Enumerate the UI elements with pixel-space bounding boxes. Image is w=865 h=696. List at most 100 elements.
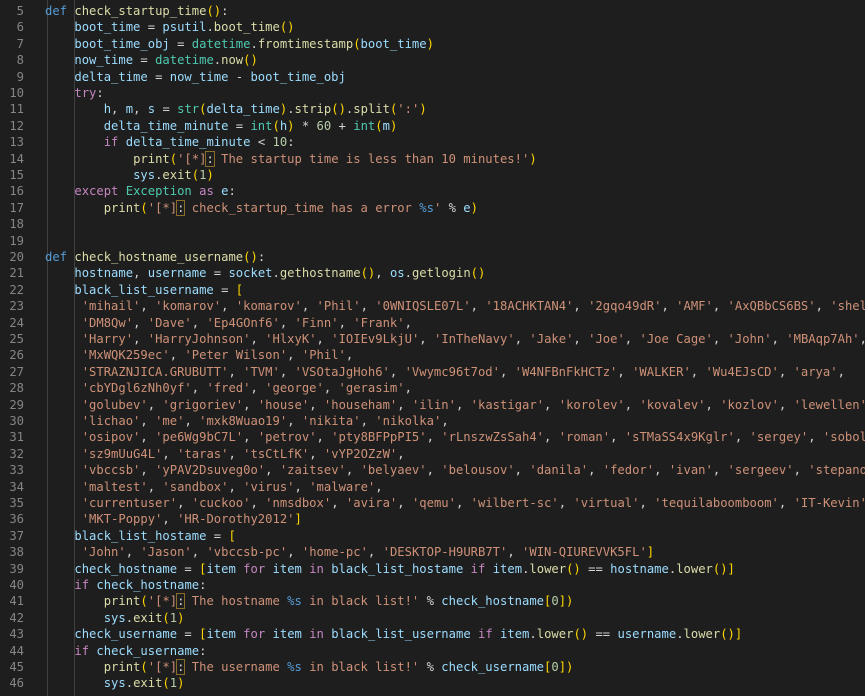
code-text[interactable]: black_list_username = [	[45, 282, 243, 298]
code-line[interactable]: 8 now_time = datetime.now()	[0, 52, 865, 68]
code-text[interactable]: 'Harry', 'HarryJohnson', 'HlxyK', 'IOIEv…	[45, 331, 865, 347]
code-text[interactable]: 'mihail', 'komarov', 'komarov', 'Phil', …	[45, 298, 865, 314]
code-line[interactable]: 22 black_list_username = [	[0, 282, 865, 298]
code-text[interactable]: except Exception as e:	[45, 183, 235, 199]
code-token: ,	[815, 299, 831, 314]
code-text[interactable]: 'lichao', 'me', 'mxk8Wuao19', 'nikita', …	[45, 413, 449, 429]
code-text[interactable]: boot_time = psutil.boot_time()	[45, 19, 294, 35]
code-token: username	[147, 266, 207, 281]
code-text[interactable]: 'MxWQK259ec', 'Peter Wilson', 'Phil',	[45, 347, 354, 363]
code-line[interactable]: 38 'John', 'Jason', 'vbccsb-pc', 'home-p…	[0, 544, 865, 560]
code-token: if	[478, 627, 493, 642]
code-line[interactable]: 44 if check_username:	[0, 643, 865, 659]
code-text[interactable]: h, m, s = str(delta_time).strip().split(…	[45, 101, 427, 117]
code-line[interactable]: 10 try:	[0, 85, 865, 101]
code-line[interactable]: 46 sys.exit(1)	[0, 675, 865, 691]
code-text[interactable]: delta_time_minute = int(h) * 60 + int(m)	[45, 118, 398, 134]
code-line[interactable]: 41 print('[*]: The hostname %s in black …	[0, 593, 865, 610]
code-line[interactable]: 43 check_username = [item for item in bl…	[0, 626, 865, 642]
code-text[interactable]: check_username = [item for item in black…	[45, 626, 742, 642]
code-token: boot_time_obj	[74, 36, 170, 51]
code-text[interactable]: print('[*]: The username %s in black lis…	[45, 659, 573, 675]
code-text[interactable]: sys.exit(1)	[45, 610, 185, 626]
code-line[interactable]: 15 sys.exit(1)	[0, 167, 865, 183]
code-line[interactable]: 6 boot_time = psutil.boot_time()	[0, 19, 865, 35]
code-text[interactable]: def check_hostname_username():	[45, 249, 265, 265]
code-line[interactable]: 28 'cbYDgl6zNh0yf', 'fred', 'george', 'g…	[0, 380, 865, 396]
code-line[interactable]: 19	[0, 233, 865, 249]
code-text[interactable]: 'osipov', 'pe6Wg9bC7L', 'petrov', 'pty8B…	[45, 429, 865, 445]
code-line[interactable]: 35 'currentuser', 'cuckoo', 'nmsdbox', '…	[0, 495, 865, 511]
code-line[interactable]: 40 if check_hostname:	[0, 577, 865, 593]
code-text[interactable]: if check_hostname:	[45, 577, 206, 593]
code-line[interactable]: 26 'MxWQK259ec', 'Peter Wilson', 'Phil',	[0, 347, 865, 363]
code-text[interactable]: 'DM8Qw', 'Dave', 'Ep4GOnf6', 'Finn', 'Fr…	[45, 315, 412, 331]
code-text[interactable]: if delta_time_minute < 10:	[45, 134, 295, 150]
code-text[interactable]: 'currentuser', 'cuckoo', 'nmsdbox', 'avi…	[45, 495, 865, 511]
code-text[interactable]: sys.exit(1)	[45, 675, 185, 691]
code-line[interactable]: 32 'sz9mUuG4L', 'taras', 'tsCtLfK', 'vYP…	[0, 446, 865, 462]
code-line[interactable]: 45 print('[*]: The username %s in black …	[0, 659, 865, 675]
code-token: 'wilbert-sc'	[470, 496, 559, 510]
code-text[interactable]: print('[*]: The hostname %s in black lis…	[45, 593, 573, 610]
code-token: =	[177, 627, 200, 642]
line-number: 34	[9, 479, 24, 494]
code-text[interactable]: black_list_hostame = [	[45, 528, 235, 544]
code-text[interactable]: 'MKT-Poppy', 'HR-Dorothy2012']	[45, 511, 302, 527]
code-line[interactable]: 18	[0, 216, 865, 232]
code-line[interactable]: 17 print('[*]: check_startup_time has a …	[0, 199, 865, 216]
code-token: 'househam'	[323, 397, 398, 412]
code-line[interactable]: 31 'osipov', 'pe6Wg9bC7L', 'petrov', 'pt…	[0, 429, 865, 445]
code-token: )	[470, 200, 478, 215]
code-text[interactable]: check_hostname = [item for item in black…	[45, 561, 735, 577]
code-text[interactable]: print('[*]: The startup time is less tha…	[45, 150, 537, 167]
code-text[interactable]: boot_time_obj = datetime.fromtimestamp(b…	[45, 36, 434, 52]
code-text[interactable]: if check_username:	[45, 643, 206, 659]
code-token: ,	[184, 414, 200, 428]
code-line[interactable]: 39 check_hostname = [item for item in bl…	[0, 561, 865, 577]
code-text[interactable]: print('[*]: check_startup_time has a err…	[45, 199, 478, 216]
code-token: def	[45, 250, 68, 264]
code-line[interactable]: 7 boot_time_obj = datetime.fromtimestamp…	[0, 36, 865, 52]
code-line[interactable]: 13 if delta_time_minute < 10:	[0, 134, 865, 150]
code-line[interactable]: 30 'lichao', 'me', 'mxk8Wuao19', 'nikita…	[0, 413, 865, 429]
code-token: 10	[272, 135, 288, 150]
code-text[interactable]: 'STRAZNJICA.GRUBUTT', 'TVM', 'VSOtaJgHoh…	[45, 364, 845, 380]
code-text[interactable]: 'sz9mUuG4L', 'taras', 'tsCtLfK', 'vYP2OZ…	[45, 446, 405, 462]
code-line[interactable]: 11 h, m, s = str(delta_time).strip().spl…	[0, 101, 865, 117]
code-token: 'Jason'	[140, 545, 192, 560]
code-line[interactable]: 5 def check_startup_time():	[0, 3, 865, 19]
code-text[interactable]: now_time = datetime.now()	[45, 52, 257, 68]
code-line[interactable]: 34 'maltest', 'sandbox', 'virus', 'malwa…	[0, 479, 865, 495]
code-line[interactable]: 12 delta_time_minute = int(h) * 60 + int…	[0, 118, 865, 134]
code-token: ,	[140, 463, 156, 478]
code-line[interactable]: 29 'golubev', 'grigoriev', 'house', 'hou…	[0, 397, 865, 413]
code-editor[interactable]: 5 def check_startup_time(): 6 boot_time = …	[0, 0, 865, 696]
code-line[interactable]: 16 except Exception as e:	[0, 183, 865, 199]
code-text[interactable]: def check_startup_time():	[45, 3, 228, 19]
code-text[interactable]: try:	[45, 85, 103, 101]
code-text[interactable]: 'maltest', 'sandbox', 'virus', 'malware'…	[45, 479, 383, 495]
code-line[interactable]: 23 'mihail', 'komarov', 'komarov', 'Phil…	[0, 298, 865, 314]
code-line[interactable]: 27 'STRAZNJICA.GRUBUTT', 'TVM', 'VSOtaJg…	[0, 364, 865, 380]
code-token: 'InTheNavy'	[433, 332, 515, 346]
code-text[interactable]: 'vbccsb', 'yPAV2Dsuveg0o', 'zaitsev', 'b…	[45, 462, 865, 478]
code-text[interactable]: delta_time = now_time - boot_time_obj	[45, 69, 346, 85]
code-text[interactable]: 'golubev', 'grigoriev', 'house', 'househ…	[45, 397, 865, 413]
code-line[interactable]: 33 'vbccsb', 'yPAV2Dsuveg0o', 'zaitsev',…	[0, 462, 865, 478]
code-line[interactable]: 14 print('[*]: The startup time is less …	[0, 150, 865, 167]
code-text[interactable]: 'cbYDgl6zNh0yf', 'fred', 'george', 'gera…	[45, 380, 412, 396]
code-line[interactable]: 36 'MKT-Poppy', 'HR-Dorothy2012']	[0, 511, 865, 527]
code-line[interactable]: 25 'Harry', 'HarryJohnson', 'HlxyK', 'IO…	[0, 331, 865, 347]
code-line[interactable]: 24 'DM8Qw', 'Dave', 'Ep4GOnf6', 'Finn', …	[0, 315, 865, 331]
code-text[interactable]: 'John', 'Jason', 'vbccsb-pc', 'home-pc',…	[45, 544, 654, 560]
code-line[interactable]: 20 def check_hostname_username():	[0, 249, 865, 265]
code-text[interactable]: sys.exit(1)	[45, 167, 214, 183]
code-line[interactable]: 9 delta_time = now_time - boot_time_obj	[0, 69, 865, 85]
code-line[interactable]: 42 sys.exit(1)	[0, 610, 865, 626]
code-line[interactable]: 37 black_list_hostame = [	[0, 528, 865, 544]
code-line[interactable]: 21 hostname, username = socket.gethostna…	[0, 265, 865, 281]
code-text[interactable]: hostname, username = socket.gethostname(…	[45, 265, 485, 281]
